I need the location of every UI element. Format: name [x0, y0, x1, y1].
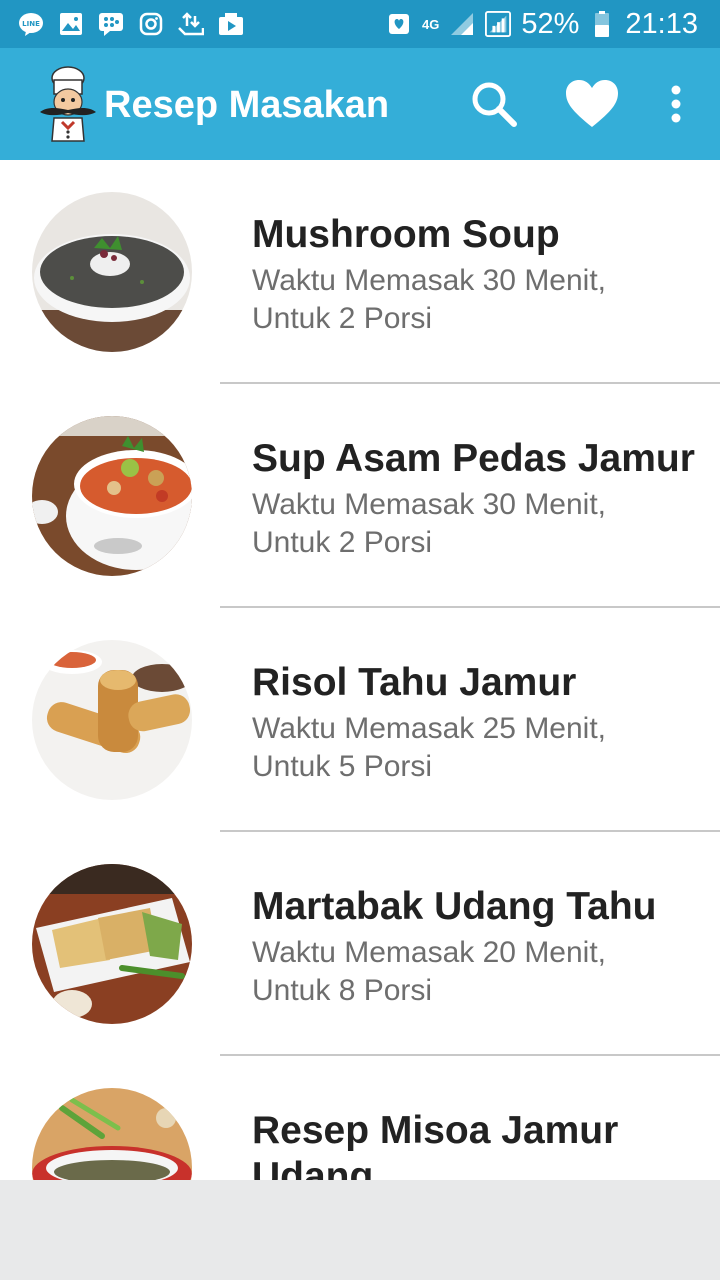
heart-icon: [566, 80, 618, 127]
recipe-info: Waktu Memasak 25 Menit, Untuk 5 Porsi: [252, 710, 712, 786]
signal-box-icon: [485, 10, 512, 37]
recipe-cook-time: Waktu Memasak 20 Menit,: [252, 936, 607, 969]
chef-logo-icon: [34, 66, 98, 142]
recipe-info: Waktu Memasak 30 Menit, Untuk 2 Porsi: [252, 486, 712, 562]
list-item[interactable]: Resep Misoa Jamur Udang: [0, 1056, 720, 1180]
favorites-button[interactable]: [562, 74, 622, 134]
recipe-portions: Untuk 2 Porsi: [252, 526, 433, 559]
recipe-title: Sup Asam Pedas Jamur: [252, 437, 695, 480]
recipe-portions: Untuk 8 Porsi: [252, 974, 433, 1007]
bbm-icon: [98, 11, 124, 37]
recipe-cook-time: Waktu Memasak 25 Menit,: [252, 712, 607, 745]
notification-icons: LINE: [0, 11, 244, 37]
app-bar: Resep Masakan: [0, 48, 720, 160]
gallery-icon: [58, 11, 84, 37]
recipe-list[interactable]: Mushroom Soup Waktu Memasak 30 Menit, Un…: [0, 160, 720, 1180]
network-type-label: 4G: [422, 16, 440, 32]
recipe-info: Waktu Memasak 20 Menit, Untuk 8 Porsi: [252, 934, 712, 1010]
app-title: Resep Masakan: [104, 84, 390, 126]
recipe-thumbnail-risol-tahu: [32, 640, 192, 800]
recipe-title: Resep Misoa Jamur Udang: [252, 1109, 619, 1180]
recipe-portions: Untuk 5 Porsi: [252, 750, 433, 783]
clock: 21:13: [625, 7, 698, 40]
recipe-thumbnail-mushroom-soup: [32, 192, 192, 352]
status-bar: LINE 4G 52% 21:13: [0, 0, 720, 48]
signal-icon: [449, 11, 475, 37]
system-status: 4G 52% 21:13: [386, 8, 720, 41]
overflow-menu-button[interactable]: [646, 74, 706, 134]
list-item[interactable]: Risol Tahu Jamur Waktu Memasak 25 Menit,…: [0, 608, 720, 832]
recipe-title: Risol Tahu Jamur: [252, 661, 577, 704]
recipe-thumbnail-misoa-jamur: [32, 1088, 192, 1180]
recipe-thumbnail-sup-asam-pedas: [32, 416, 192, 576]
recipe-info: Waktu Memasak 30 Menit, Untuk 2 Porsi: [252, 262, 712, 338]
recipe-title: Martabak Udang Tahu: [252, 885, 657, 928]
battery-percent: 52%: [521, 7, 580, 40]
line-icon: LINE: [18, 11, 44, 37]
search-icon: [472, 82, 517, 127]
instagram-icon: [138, 11, 164, 37]
more-vert-icon: [671, 85, 681, 123]
list-item[interactable]: Martabak Udang Tahu Waktu Memasak 20 Men…: [0, 832, 720, 1056]
transfer-icon: [178, 11, 204, 37]
list-item[interactable]: Sup Asam Pedas Jamur Waktu Memasak 30 Me…: [0, 384, 720, 608]
battery-icon: [589, 11, 615, 37]
shield-icon: [386, 11, 412, 37]
video-icon: [218, 11, 244, 37]
list-item[interactable]: Mushroom Soup Waktu Memasak 30 Menit, Un…: [0, 160, 720, 384]
svg-text:LINE: LINE: [22, 20, 40, 28]
recipe-thumbnail-martabak-udang: [32, 864, 192, 1024]
recipe-cook-time: Waktu Memasak 30 Menit,: [252, 264, 607, 297]
recipe-title: Mushroom Soup: [252, 213, 560, 256]
search-button[interactable]: [464, 74, 524, 134]
bottom-ad-area: [0, 1180, 720, 1280]
recipe-cook-time: Waktu Memasak 30 Menit,: [252, 488, 607, 521]
recipe-portions: Untuk 2 Porsi: [252, 302, 433, 335]
